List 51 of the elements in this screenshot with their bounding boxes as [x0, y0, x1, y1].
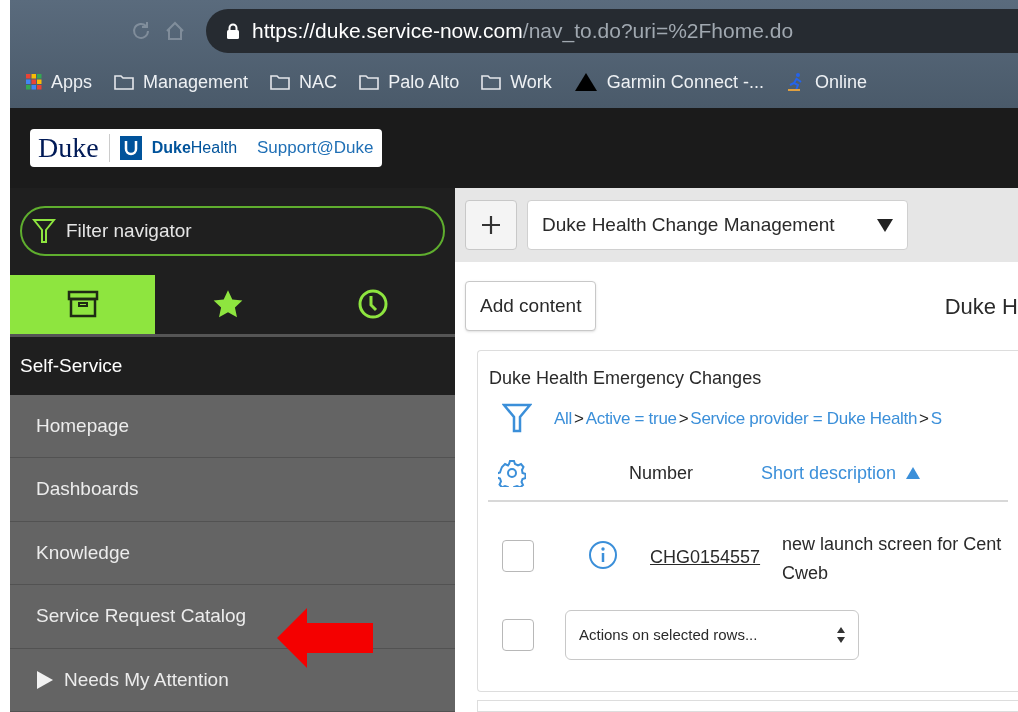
- widget-title: Duke Health Emergency Changes: [488, 367, 763, 390]
- triangle-icon: [573, 72, 598, 92]
- add-content-button[interactable]: Add content: [465, 281, 597, 331]
- folder-icon: [270, 74, 291, 90]
- folder-icon: [359, 74, 380, 90]
- url-text: https://duke.service-now.com/nav_to.do?uri=%2Fhome.do: [252, 18, 794, 45]
- checkbox[interactable]: [502, 619, 534, 651]
- add-dashboard-button[interactable]: [465, 200, 517, 250]
- section-heading[interactable]: Self-Service: [20, 351, 123, 381]
- actions-select[interactable]: Actions on selected rows...: [565, 610, 859, 660]
- bookmark[interactable]: Management: [114, 68, 249, 96]
- breadcrumb-separator: >: [573, 408, 585, 431]
- sort-up-icon: [906, 467, 921, 479]
- caret-down-icon: [877, 218, 893, 232]
- bookmark[interactable]: NAC: [270, 68, 338, 96]
- shield-icon: [119, 136, 142, 160]
- plus-icon: [481, 215, 501, 235]
- breadcrumb-separator: >: [677, 408, 690, 431]
- up-down-caret-icon: [837, 627, 845, 643]
- dashboard-select[interactable]: Duke Health Change Management: [527, 200, 908, 250]
- info-icon[interactable]: [588, 540, 618, 570]
- breadcrumb-link[interactable]: Active = true: [585, 406, 677, 432]
- breadcrumb-link[interactable]: Service provider = Duke Health: [690, 406, 918, 432]
- logo[interactable]: Duke DukeHealth Support@Duke: [30, 129, 382, 167]
- lock-icon: [226, 22, 240, 40]
- record-link[interactable]: CHG0154557: [650, 544, 761, 571]
- folder-icon: [481, 74, 502, 90]
- breadcrumb-link[interactable]: S: [930, 406, 942, 432]
- bookmark[interactable]: Apps: [26, 68, 93, 96]
- bookmark[interactable]: Garmin Connect -...: [573, 68, 764, 96]
- dashboard-title: Duke H: [944, 292, 1018, 321]
- column-header[interactable]: Short description: [761, 459, 921, 487]
- navigator-tab[interactable]: [10, 274, 155, 335]
- bookmark[interactable]: Work: [481, 68, 552, 96]
- filter-field[interactable]: Filter navigator: [20, 206, 445, 257]
- grid-icon: [26, 74, 42, 90]
- column-header[interactable]: Number: [629, 459, 761, 487]
- folder-icon: [114, 74, 135, 90]
- settings-icon[interactable]: [498, 459, 526, 487]
- checkbox[interactable]: [502, 540, 534, 572]
- bookmark[interactable]: Online: [785, 68, 867, 96]
- address-bar[interactable]: https://duke.service-now.com/nav_to.do?uri=%2Fhome.do: [206, 9, 1018, 53]
- bookmark[interactable]: Palo Alto: [359, 68, 460, 96]
- filter-icon[interactable]: [502, 403, 532, 435]
- breadcrumb-link[interactable]: All: [554, 406, 572, 432]
- breadcrumb-separator: >: [918, 408, 930, 431]
- star-icon: [211, 289, 244, 320]
- table-cell-text: new launch screen for Cent Cweb: [782, 533, 1002, 585]
- filter-icon: [32, 218, 56, 245]
- clock-icon: [356, 288, 389, 321]
- archive-box-icon: [66, 290, 99, 319]
